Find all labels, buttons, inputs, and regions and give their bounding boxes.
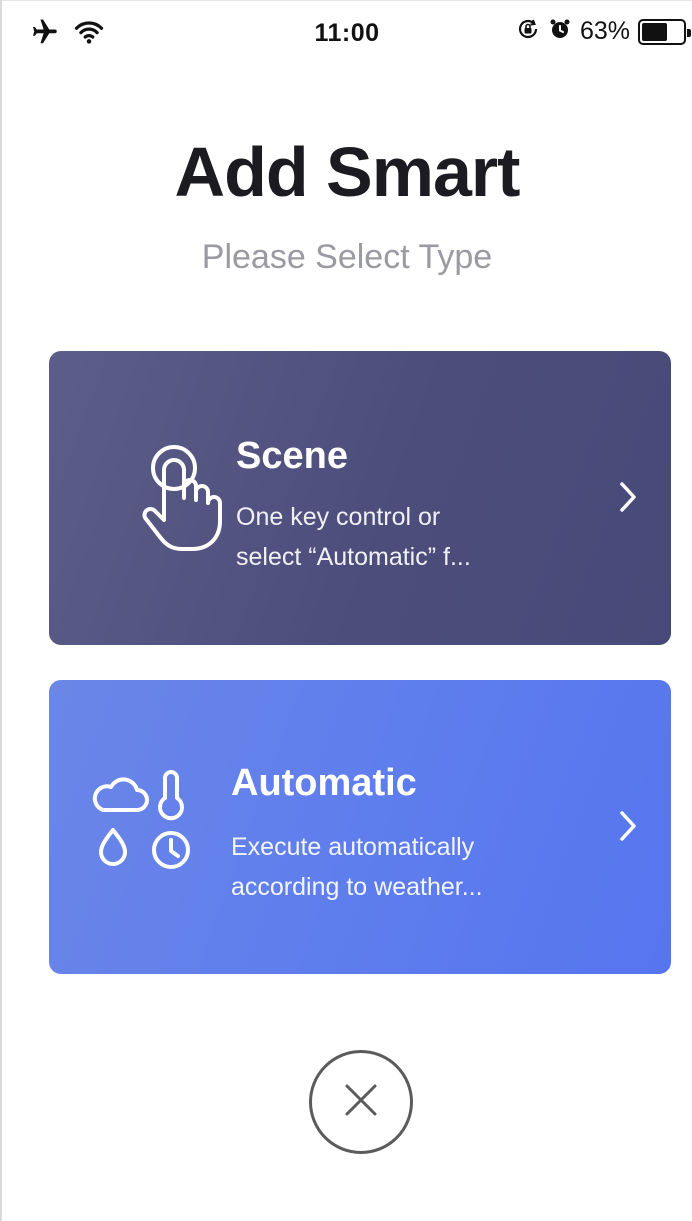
automatic-description-line-1: Execute automatically	[231, 833, 475, 861]
close-button[interactable]	[309, 1050, 413, 1154]
status-right: 63%	[516, 17, 691, 46]
chevron-right-icon	[617, 808, 639, 849]
automatic-title: Automatic	[231, 762, 417, 804]
page-subtitle: Please Select Type	[201, 238, 493, 276]
battery-icon	[638, 18, 691, 45]
weather-conditions-icon	[89, 770, 193, 879]
chevron-right-icon	[617, 479, 639, 520]
automatic-description: Execute automatically according to weath…	[231, 827, 483, 907]
scene-card[interactable]: Scene One key control or select “Automat…	[49, 351, 671, 645]
alarm-icon	[548, 17, 572, 46]
scene-description-line-1: One key control or	[236, 503, 441, 531]
scene-description-line-2: select “Automatic” f...	[236, 543, 471, 571]
rotation-lock-icon	[516, 17, 540, 46]
close-icon	[341, 1080, 381, 1125]
battery-level	[642, 22, 668, 41]
automatic-description-line-2: according to weather...	[231, 873, 483, 901]
page-title: Add Smart	[174, 133, 521, 211]
battery-nub	[687, 28, 691, 37]
hand-tap-icon	[141, 443, 227, 558]
battery-percentage: 63%	[579, 17, 630, 45]
status-bar: 11:00 63%	[2, 0, 692, 66]
scene-title: Scene	[236, 435, 348, 477]
scene-description: One key control or select “Automatic” f.…	[236, 497, 471, 577]
screen: 11:00 63% Add Smart Please Select Type S…	[0, 0, 692, 1221]
automatic-card[interactable]: Automatic Execute automatically accordin…	[49, 680, 671, 974]
